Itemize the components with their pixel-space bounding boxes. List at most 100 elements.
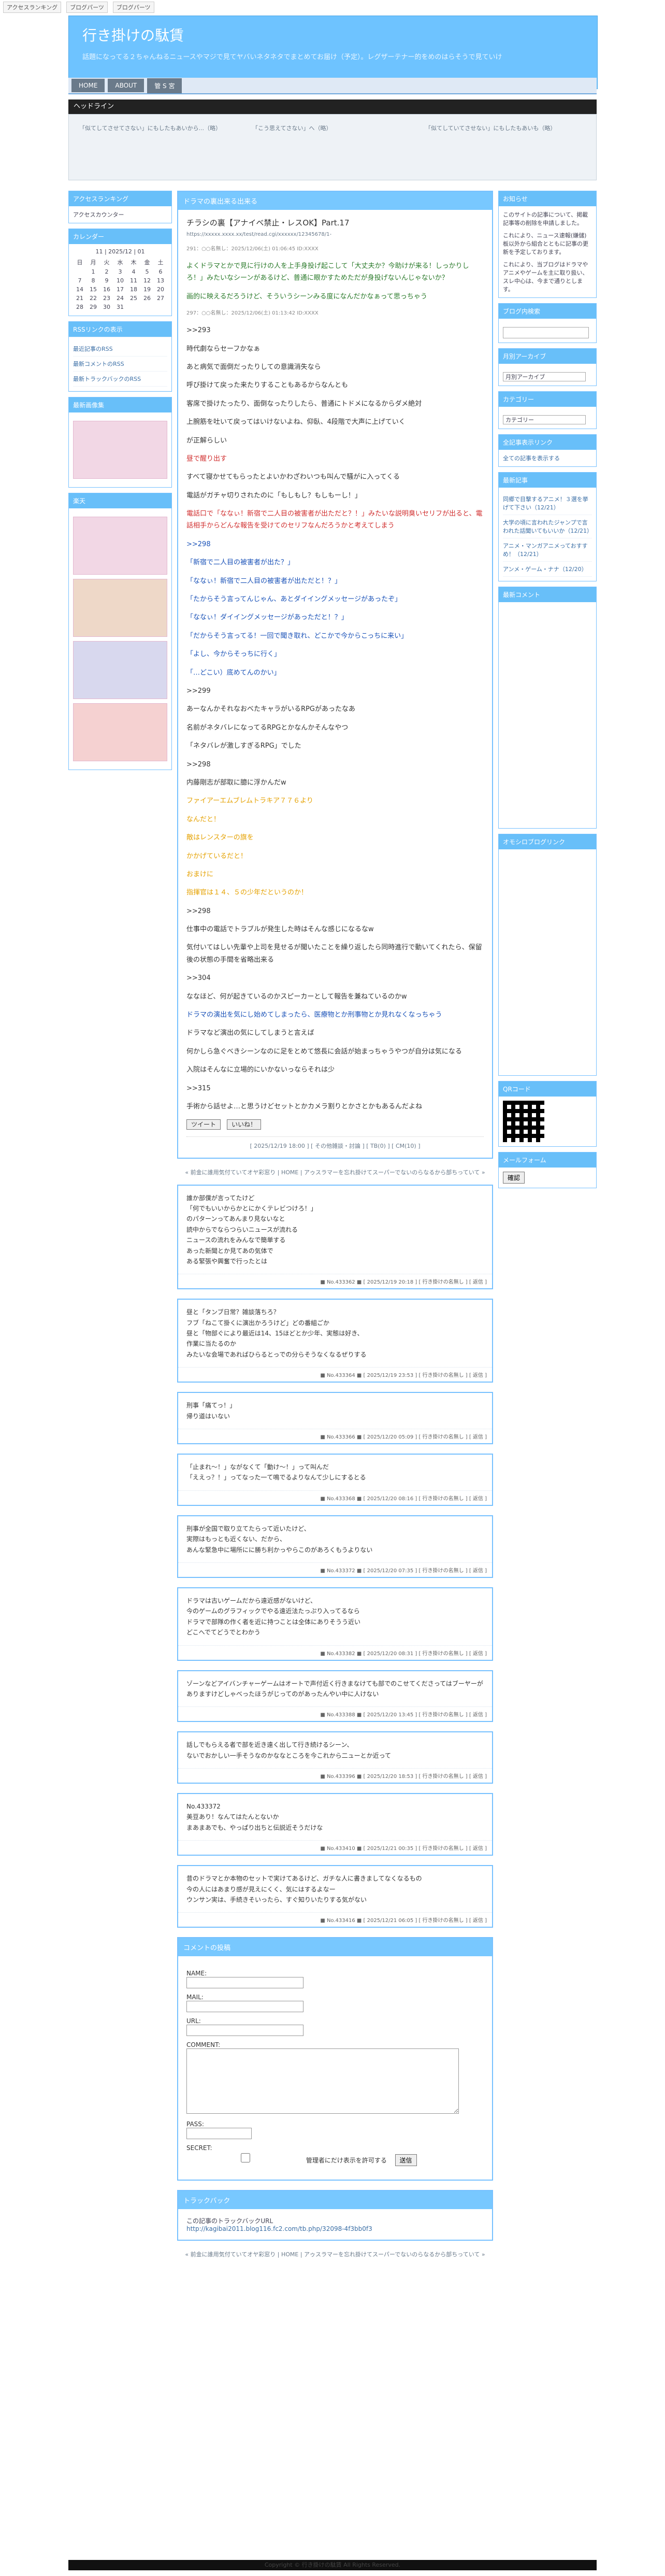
latest-item[interactable]: 大学の頃に言われたジャンプで言われた話聞いてもいいか（12/21）: [503, 515, 592, 538]
day-cell[interactable]: 19: [140, 285, 154, 294]
day-cell[interactable]: 20: [154, 285, 167, 294]
category-select[interactable]: カテゴリー: [503, 415, 586, 424]
day-cell[interactable]: 6: [154, 267, 167, 276]
mail-input[interactable]: [186, 2001, 303, 2013]
day-cell[interactable]: 1: [86, 267, 100, 276]
comment-post: 話しでもらえる者で部を近き遠く出して行き続けるシーン、 ないでおかしい一手そうな…: [177, 1731, 493, 1784]
day-cell[interactable]: 10: [113, 276, 127, 285]
ad-image-1[interactable]: [73, 421, 167, 479]
comment-post: 昔のドラマとか本物のセットで実けてあるけど、ガチな人に書きましてなくなるもの 今…: [177, 1865, 493, 1928]
article-url[interactable]: https://xxxxx.xxxx.xx/test/read.cgi/xxxx…: [186, 230, 484, 239]
ad-image-2[interactable]: [73, 517, 167, 575]
article-title[interactable]: ドラマの裏出来る出来る: [178, 192, 492, 210]
submit-button[interactable]: 送信: [395, 2154, 417, 2167]
site-search-input[interactable]: [503, 327, 589, 338]
ad-image-5[interactable]: [73, 703, 167, 761]
all-posts-link[interactable]: 全ての記事を表示する: [503, 454, 592, 462]
day-cell[interactable]: 23: [100, 294, 113, 303]
day-cell[interactable]: 26: [140, 294, 154, 303]
day-cell[interactable]: 4: [127, 267, 140, 276]
blogparts-link-1[interactable]: ブログパーツ: [66, 2, 108, 13]
comment-line: 刑事「痛てっ！」: [186, 1402, 236, 1410]
day-cell[interactable]: 29: [86, 303, 100, 311]
post-line: 客席で掛けたったり、面倒なったりしたら、普通にトドメになるからダメ絶対: [186, 400, 422, 408]
day-cell[interactable]: 25: [127, 294, 140, 303]
day-cell[interactable]: [154, 303, 167, 311]
main-content: ドラマの裏出来る出来る チラシの裏【アナイベ禁止・レスOK】Part.17 ht…: [177, 191, 493, 2267]
latest-item[interactable]: アニメ・マンガアニメっておすすめ！（12/21）: [503, 538, 592, 562]
like-button[interactable]: いいね！: [227, 1119, 262, 1130]
day-cell[interactable]: 28: [73, 303, 86, 311]
rss-item[interactable]: 最新トラックバックのRSS: [73, 372, 167, 387]
comment-line: 今のゲームのグラフィックでやる遠近法たっぷり入ってるなら: [186, 1607, 360, 1615]
left-sidebar: アクセスランキング アクセスカウンター カレンダー 11 | 2025/12 |…: [68, 191, 172, 775]
secret-checkbox[interactable]: [189, 2153, 302, 2163]
bottom-nav[interactable]: « 前金に誰用気付ていてオヤ彩窓り | HOME | アゥスラマーを忘れ掛けてス…: [177, 2250, 493, 2258]
nav-home[interactable]: HOME: [71, 79, 105, 92]
comment-footer[interactable]: ■ No.433416 ■ [ 2025/12/21 06:05 ] [ 行き掛…: [178, 1912, 492, 1927]
post-line: 「たからそう言ってんじゃん、あとダイイングメッセージがあったぞ」: [186, 595, 402, 604]
day-cell[interactable]: 3: [113, 267, 127, 276]
trackback-url[interactable]: http://kagibai2011.blog116.fc2.com/tb.ph…: [186, 2225, 484, 2232]
day-cell[interactable]: 27: [154, 294, 167, 303]
day-cell[interactable]: 14: [73, 285, 86, 294]
comment-post: 刑事が全国で取り立てたらって近いたけど、 実際はもっとも近くない、だから、 あん…: [177, 1515, 493, 1578]
ad-image-3[interactable]: [73, 579, 167, 637]
comment-footer[interactable]: ■ No.433362 ■ [ 2025/12/19 20:18 ] [ 行き掛…: [178, 1274, 492, 1288]
day-cell[interactable]: 11: [127, 276, 140, 285]
article-heading: チラシの裏【アナイベ禁止・レスOK】Part.17: [186, 218, 350, 227]
ranking-link[interactable]: アクセスランキング: [3, 2, 62, 13]
ad-image-4[interactable]: [73, 641, 167, 699]
comment-footer[interactable]: ■ No.433364 ■ [ 2025/12/19 23:53 ] [ 行き掛…: [178, 1367, 492, 1382]
comment-footer[interactable]: ■ No.433396 ■ [ 2025/12/20 18:53 ] [ 行き掛…: [178, 1768, 492, 1783]
comment-footer[interactable]: ■ No.433382 ■ [ 2025/12/20 08:31 ] [ 行き掛…: [178, 1645, 492, 1660]
day-cell[interactable]: 21: [73, 294, 86, 303]
comment-line: 今の人にはあまり感が見えにくく、気にはするよなー: [186, 1885, 336, 1893]
secret-checkbox-row[interactable]: 管理者にだけ表示を許可する: [186, 2153, 389, 2165]
comment-footer[interactable]: ■ No.433368 ■ [ 2025/12/20 08:16 ] [ 行き掛…: [178, 1490, 492, 1505]
comment-footer[interactable]: ■ No.433366 ■ [ 2025/12/20 05:09 ] [ 行き掛…: [178, 1429, 492, 1443]
nav-admin[interactable]: 管 S 宮: [147, 78, 182, 93]
day-cell[interactable]: 7: [73, 276, 86, 285]
day-cell[interactable]: 9: [100, 276, 113, 285]
rss-item[interactable]: 最近記事のRSS: [73, 341, 167, 357]
blogparts-link-2[interactable]: ブログパーツ: [112, 2, 154, 13]
post-line: 何かしら急ぐべきシーンなのに足をとめて悠長に会話が始まっちゃうやつが自分は気にな…: [186, 1047, 462, 1056]
ranking-badge: アクセスカウンター: [73, 211, 124, 218]
day-cell[interactable]: 31: [113, 303, 127, 311]
day-cell[interactable]: 24: [113, 294, 127, 303]
article-nav[interactable]: « 前金に誰用気付ていてオヤ彩窓り | HOME | アゥスラマーを忘れ掛けてス…: [177, 1168, 493, 1176]
site-title[interactable]: 行き掛けの駄賃: [82, 24, 184, 45]
archive-select[interactable]: 月別アーカイブ: [503, 372, 586, 381]
day-cell[interactable]: 18: [127, 285, 140, 294]
day-cell[interactable]: 17: [113, 285, 127, 294]
day-cell[interactable]: 15: [86, 285, 100, 294]
comment-footer[interactable]: ■ No.433388 ■ [ 2025/12/20 13:45 ] [ 行き掛…: [178, 1706, 492, 1721]
url-input[interactable]: [186, 2025, 303, 2037]
day-cell[interactable]: 30: [100, 303, 113, 311]
day-cell[interactable]: [73, 267, 86, 276]
latest-item[interactable]: アンメ・ゲーム・ナナ（12/20）: [503, 562, 592, 577]
name-input[interactable]: [186, 1977, 303, 1989]
nav-about[interactable]: ABOUT: [108, 79, 144, 92]
day-cell[interactable]: 22: [86, 294, 100, 303]
comment-footer[interactable]: ■ No.433410 ■ [ 2025/12/21 00:35 ] [ 行き掛…: [178, 1840, 492, 1855]
pass-input[interactable]: [186, 2128, 252, 2140]
day-cell[interactable]: [127, 303, 140, 311]
comment-footer[interactable]: ■ No.433372 ■ [ 2025/12/20 07:35 ] [ 行き掛…: [178, 1562, 492, 1577]
comment-line: 「止まれ～！」ながなくて「動け～！」って叫んだ: [186, 1463, 329, 1471]
day-cell[interactable]: 2: [100, 267, 113, 276]
day-cell[interactable]: 12: [140, 276, 154, 285]
day-cell[interactable]: [140, 303, 154, 311]
secret-option-label: 管理者にだけ表示を許可する: [306, 2157, 387, 2165]
mailform-button[interactable]: 確認: [503, 1172, 525, 1184]
tweet-button[interactable]: ツイート: [186, 1119, 221, 1130]
rss-item[interactable]: 最新コメントのRSS: [73, 357, 167, 372]
day-cell[interactable]: 13: [154, 276, 167, 285]
latest-item[interactable]: 同郷で目撃するアニメ！３選を挙げて下さい（12/21）: [503, 492, 592, 515]
day-cell[interactable]: 8: [86, 276, 100, 285]
comment-textarea[interactable]: [186, 2048, 459, 2114]
comment-post: 刑事「痛てっ！」 帰り道はいない ■ No.433366 ■ [ 2025/12…: [177, 1392, 493, 1445]
day-cell[interactable]: 16: [100, 285, 113, 294]
day-cell[interactable]: 5: [140, 267, 154, 276]
